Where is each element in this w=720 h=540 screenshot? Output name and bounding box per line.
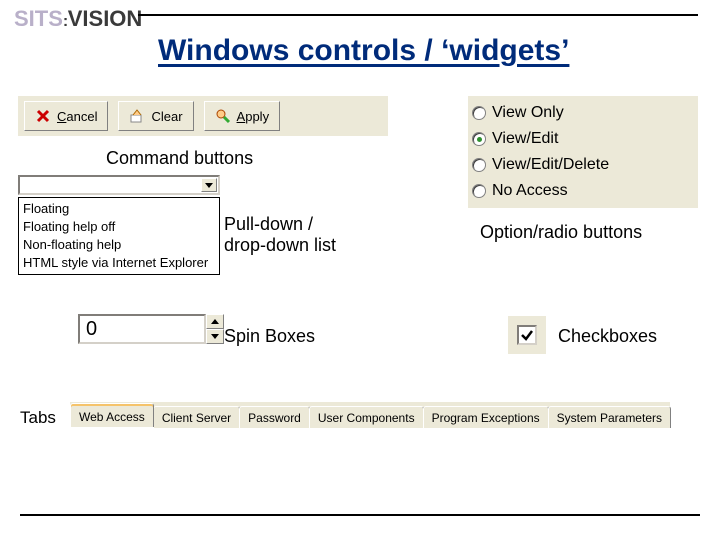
cancel-button-label: Cancel bbox=[57, 109, 97, 124]
dropdown-option[interactable]: Floating help off bbox=[23, 218, 215, 236]
chevron-down-icon bbox=[205, 183, 213, 188]
radio-icon bbox=[472, 184, 486, 198]
chevron-down-icon bbox=[211, 334, 219, 339]
cancel-button[interactable]: Cancel bbox=[24, 101, 108, 131]
x-icon bbox=[35, 108, 51, 124]
spinbox-example: 0 bbox=[78, 314, 224, 344]
check-icon bbox=[520, 328, 534, 342]
tabs-caption: Tabs bbox=[20, 408, 56, 428]
dropdown-arrow-button[interactable] bbox=[201, 178, 217, 192]
tab-web-access[interactable]: Web Access bbox=[70, 403, 154, 427]
tab-program-exceptions[interactable]: Program Exceptions bbox=[423, 406, 549, 428]
dropdown-option[interactable]: Non-floating help bbox=[23, 236, 215, 254]
tab-user-components[interactable]: User Components bbox=[309, 406, 424, 428]
radio-group: View Only View/Edit View/Edit/Delete No … bbox=[466, 96, 698, 208]
dropdown-option[interactable]: Floating bbox=[23, 200, 215, 218]
page-title: Windows controls / ‘widgets’ bbox=[158, 34, 569, 68]
apply-button-label: Apply bbox=[237, 109, 270, 124]
checkbox-example bbox=[508, 316, 546, 354]
tab-strip: Web Access Client Server Password User C… bbox=[70, 402, 670, 428]
radio-icon bbox=[472, 132, 486, 146]
radio-option[interactable]: View/Edit bbox=[472, 126, 694, 152]
brand-right: VISION bbox=[68, 6, 143, 31]
dropdown-caption: Pull-down / drop-down list bbox=[224, 214, 336, 256]
radio-label: View Only bbox=[492, 104, 564, 122]
dropdown-option[interactable]: HTML style via Internet Explorer bbox=[23, 254, 215, 272]
brand-left: SITS bbox=[14, 6, 63, 31]
apply-button[interactable]: Apply bbox=[204, 101, 281, 131]
command-buttons-caption: Command buttons bbox=[106, 148, 253, 169]
dropdown-field[interactable] bbox=[18, 175, 220, 195]
radio-label: View/Edit bbox=[492, 130, 558, 148]
radio-label: View/Edit/Delete bbox=[492, 156, 609, 174]
header-divider bbox=[138, 14, 698, 16]
tab-password[interactable]: Password bbox=[239, 406, 310, 428]
spinbox-value[interactable]: 0 bbox=[78, 314, 206, 344]
tab-client-server[interactable]: Client Server bbox=[153, 406, 240, 428]
clear-button-label: Clear bbox=[151, 109, 182, 124]
spinbox-caption: Spin Boxes bbox=[224, 326, 315, 347]
radio-caption: Option/radio buttons bbox=[480, 222, 642, 243]
radio-option[interactable]: No Access bbox=[472, 178, 694, 204]
chevron-up-icon bbox=[211, 319, 219, 324]
clear-button[interactable]: Clear bbox=[118, 101, 193, 131]
dropdown-list: Floating Floating help off Non-floating … bbox=[18, 197, 220, 275]
radio-label: No Access bbox=[492, 182, 568, 200]
apply-icon bbox=[215, 108, 231, 124]
command-button-toolbar: Cancel Clear Apply bbox=[18, 96, 388, 136]
spin-up-button[interactable] bbox=[206, 314, 224, 329]
spin-down-button[interactable] bbox=[206, 329, 224, 344]
radio-icon bbox=[472, 106, 486, 120]
radio-option[interactable]: View Only bbox=[472, 100, 694, 126]
brand-logo: SITS:VISION bbox=[14, 6, 142, 32]
clear-icon bbox=[129, 108, 145, 124]
radio-option[interactable]: View/Edit/Delete bbox=[472, 152, 694, 178]
footer-divider bbox=[20, 514, 700, 516]
tab-system-parameters[interactable]: System Parameters bbox=[548, 406, 671, 428]
checkbox-caption: Checkboxes bbox=[558, 326, 657, 347]
checkbox[interactable] bbox=[517, 325, 537, 345]
radio-icon bbox=[472, 158, 486, 172]
dropdown-example: Floating Floating help off Non-floating … bbox=[18, 175, 220, 275]
